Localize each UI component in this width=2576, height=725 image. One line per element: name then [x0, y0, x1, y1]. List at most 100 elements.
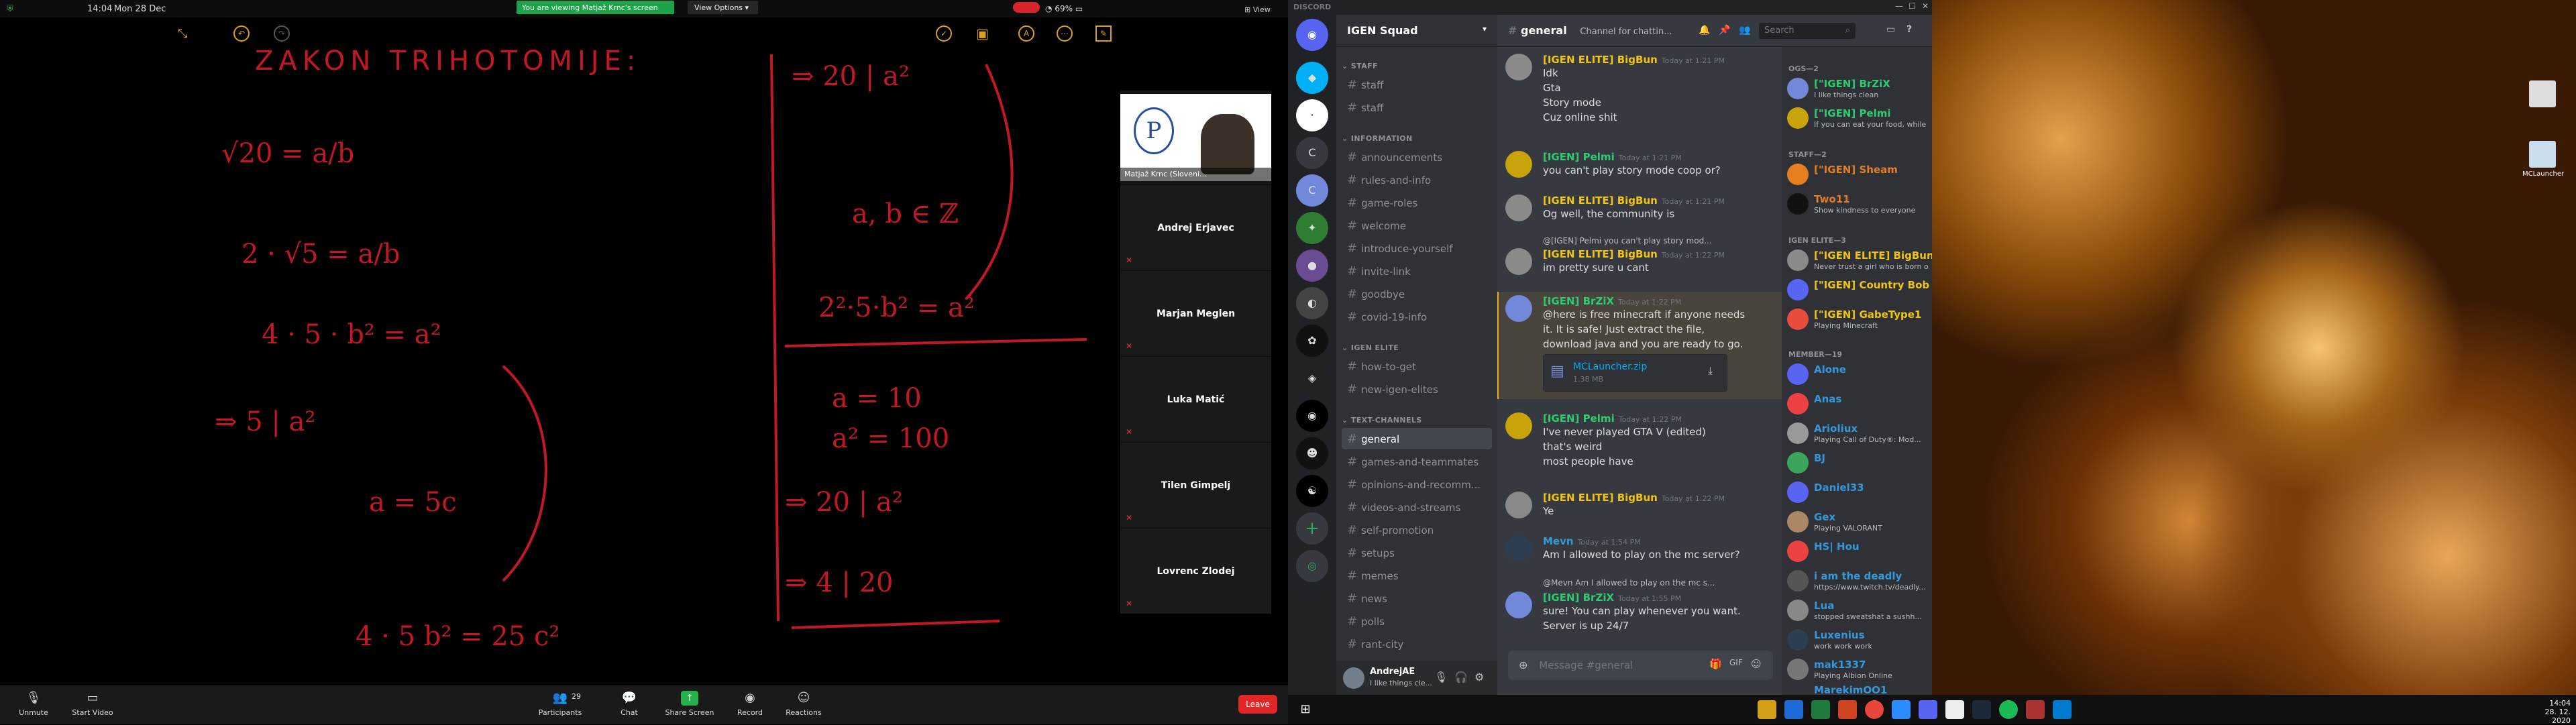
channel-rules[interactable]: # rules-and-info: [1342, 169, 1492, 190]
excel-icon[interactable]: [1811, 700, 1830, 719]
channel-polls[interactable]: # polls: [1342, 610, 1492, 632]
unmute-button[interactable]: 🎙 Unmute: [0, 691, 67, 717]
notion-icon[interactable]: [1945, 700, 1964, 719]
channel-staff[interactable]: # staff: [1342, 74, 1492, 95]
search-input[interactable]: Search ⌕: [1759, 23, 1856, 39]
minimize-icon[interactable]: —: [1895, 1, 1903, 11]
member-item[interactable]: Gex Playing VALORANT: [1782, 507, 1932, 537]
leave-button[interactable]: Leave: [1238, 695, 1277, 714]
category-information[interactable]: ⌄ INFORMATION: [1342, 134, 1413, 143]
edit-icon[interactable]: ✎: [1095, 25, 1112, 42]
member-item[interactable]: MarekimOO1: [1782, 681, 1932, 695]
desktop-file-mclauncher[interactable]: MCLauncher: [2522, 141, 2564, 178]
server-icon[interactable]: ·: [1296, 99, 1328, 131]
participant-tile[interactable]: Luka Matić ✕: [1120, 356, 1271, 442]
server-header[interactable]: IGEN Squad ▾: [1336, 15, 1497, 47]
participant-tile[interactable]: Lovrenc Zlodej ✕: [1120, 528, 1271, 614]
start-icon[interactable]: ⊞: [1296, 700, 1315, 719]
member-item[interactable]: Alone: [1782, 359, 1932, 389]
channel-new-igen-elites[interactable]: # new-igen-elites: [1342, 378, 1492, 400]
message[interactable]: [IGEN ELITE] BigBun Today at 1:21 PM Idk …: [1505, 54, 1780, 125]
home-icon[interactable]: ◉: [1296, 19, 1328, 51]
participants-button[interactable]: 👥 Participants: [527, 691, 594, 717]
avatar[interactable]: [1343, 667, 1364, 689]
reactions-button[interactable]: ☺ Reactions: [770, 691, 837, 717]
server-icon[interactable]: ☻: [1296, 437, 1328, 469]
server-icon[interactable]: ☯: [1296, 475, 1328, 507]
gif-icon[interactable]: GIF: [1729, 658, 1743, 667]
camera-icon[interactable]: ▣: [976, 25, 989, 42]
server-icon[interactable]: ◉: [1296, 400, 1328, 432]
undo-icon[interactable]: ↶: [233, 25, 250, 42]
server-icon[interactable]: C: [1296, 174, 1328, 207]
chat-button[interactable]: 💬 Chat: [596, 691, 663, 717]
view-options-button[interactable]: View Options ▾: [688, 1, 758, 14]
member-item[interactable]: Arioliux Playing Call of Duty®: Mod...: [1782, 419, 1932, 448]
member-item[interactable]: ["IGEN] Sheam: [1782, 160, 1932, 189]
maximize-icon[interactable]: ☐: [1909, 1, 1916, 11]
message[interactable]: [IGEN ELITE] BigBun Today at 1:22 PM im p…: [1505, 248, 1780, 275]
member-item[interactable]: ["IGEN] Pelmi If you can eat your food, w…: [1782, 103, 1932, 133]
emoji-icon[interactable]: ☺: [1751, 658, 1762, 670]
category-staff[interactable]: ⌄ STAFF: [1342, 62, 1378, 70]
channel-games[interactable]: # games-and-teammates: [1342, 451, 1492, 472]
channel-rant-city[interactable]: # rant-city: [1342, 633, 1492, 655]
message[interactable]: Mevn Today at 1:54 PM Am I allowed to pla…: [1505, 535, 1780, 562]
vscode-icon[interactable]: [2053, 700, 2072, 719]
server-icon[interactable]: ◐: [1296, 287, 1328, 319]
message[interactable]: [IGEN] Pelmi Today at 1:21 PM you can't p…: [1505, 151, 1780, 178]
inbox-icon[interactable]: ▭: [1886, 24, 1895, 35]
message[interactable]: [IGEN] Pelmi Today at 1:22 PM I've never …: [1505, 412, 1780, 469]
channel-introduce[interactable]: # introduce-yourself: [1342, 237, 1492, 259]
channel-opinions[interactable]: # opinions-and-recomm...: [1342, 473, 1492, 495]
app-icon[interactable]: [2026, 700, 2045, 719]
server-icon[interactable]: ●: [1296, 249, 1328, 282]
channel-game-roles[interactable]: # game-roles: [1342, 192, 1492, 213]
channel-videos[interactable]: # videos-and-streams: [1342, 496, 1492, 518]
redo-icon[interactable]: ↷: [274, 25, 290, 42]
file-attachment[interactable]: ▤ MCLauncher.zip 1.38 MB ⤓: [1543, 354, 1727, 392]
member-item[interactable]: Two11 Show kindness to everyone: [1782, 189, 1932, 219]
pen-icon[interactable]: A: [1018, 25, 1034, 42]
server-icon[interactable]: ◆: [1296, 62, 1328, 94]
bell-icon[interactable]: 🔔: [1699, 25, 1710, 36]
spotify-icon[interactable]: [1999, 700, 2018, 719]
channel-memes[interactable]: # memes: [1342, 565, 1492, 586]
start-video-button[interactable]: ▭ Start Video: [59, 691, 126, 717]
participant-tile[interactable]: Andrej Erjavec ✕: [1120, 184, 1271, 270]
explorer-icon[interactable]: [1758, 700, 1776, 719]
member-item[interactable]: ["IGEN] GabeType1 Playing Minecraft: [1782, 304, 1932, 334]
gear-icon[interactable]: ⚙: [1474, 671, 1484, 683]
collapse-icon[interactable]: ⤡: [178, 27, 187, 41]
member-item[interactable]: Anas: [1782, 389, 1932, 419]
message[interactable]: [IGEN] BrZiX Today at 1:55 PM sure! You c…: [1505, 592, 1780, 633]
steam-icon[interactable]: [1972, 700, 1991, 719]
speaker-video[interactable]: P Matjaž Krnc (Sloveni...: [1120, 94, 1271, 181]
view-button[interactable]: ⊞ View: [1244, 5, 1271, 14]
channel-how-to-get[interactable]: # how-to-get: [1342, 355, 1492, 377]
member-item[interactable]: Daniel33: [1782, 478, 1932, 507]
download-icon[interactable]: ⤓: [1708, 364, 1713, 378]
word-icon[interactable]: [1784, 700, 1803, 719]
app-icon[interactable]: [1838, 700, 1857, 719]
category-text-channels[interactable]: ⌄ TEXT-CHANNELS: [1342, 416, 1422, 425]
check-icon[interactable]: ✓: [936, 25, 952, 42]
discord-icon[interactable]: [1919, 700, 1937, 719]
help-icon[interactable]: ?: [1907, 24, 1912, 35]
pin-icon[interactable]: 📌: [1719, 25, 1730, 36]
channel-invite[interactable]: # invite-link: [1342, 260, 1492, 282]
channel-staff-2[interactable]: # staff: [1342, 97, 1492, 118]
channel-goodbye[interactable]: # goodbye: [1342, 283, 1492, 304]
server-icon[interactable]: ✦: [1296, 212, 1328, 244]
message[interactable]: [IGEN ELITE] BigBun Today at 1:21 PM Og w…: [1505, 194, 1780, 221]
member-item[interactable]: i am the deadly https://www.twitch.tv/dea…: [1782, 566, 1932, 596]
more-icon[interactable]: ⋯: [1057, 25, 1073, 42]
channel-self-promotion[interactable]: # self-promotion: [1342, 519, 1492, 541]
reply-preview[interactable]: @Mevn Am I allowed to play on the mc s..…: [1543, 578, 1778, 588]
member-item[interactable]: Luxenius work work work: [1782, 625, 1932, 655]
mic-icon[interactable]: 🎙: [1434, 671, 1448, 683]
gift-icon[interactable]: 🎁: [1709, 658, 1722, 670]
category-igen-elite[interactable]: ⌄ IGEN ELITE: [1342, 343, 1399, 352]
member-item[interactable]: HS| Hou: [1782, 537, 1932, 566]
channel-setups[interactable]: # setups: [1342, 542, 1492, 563]
